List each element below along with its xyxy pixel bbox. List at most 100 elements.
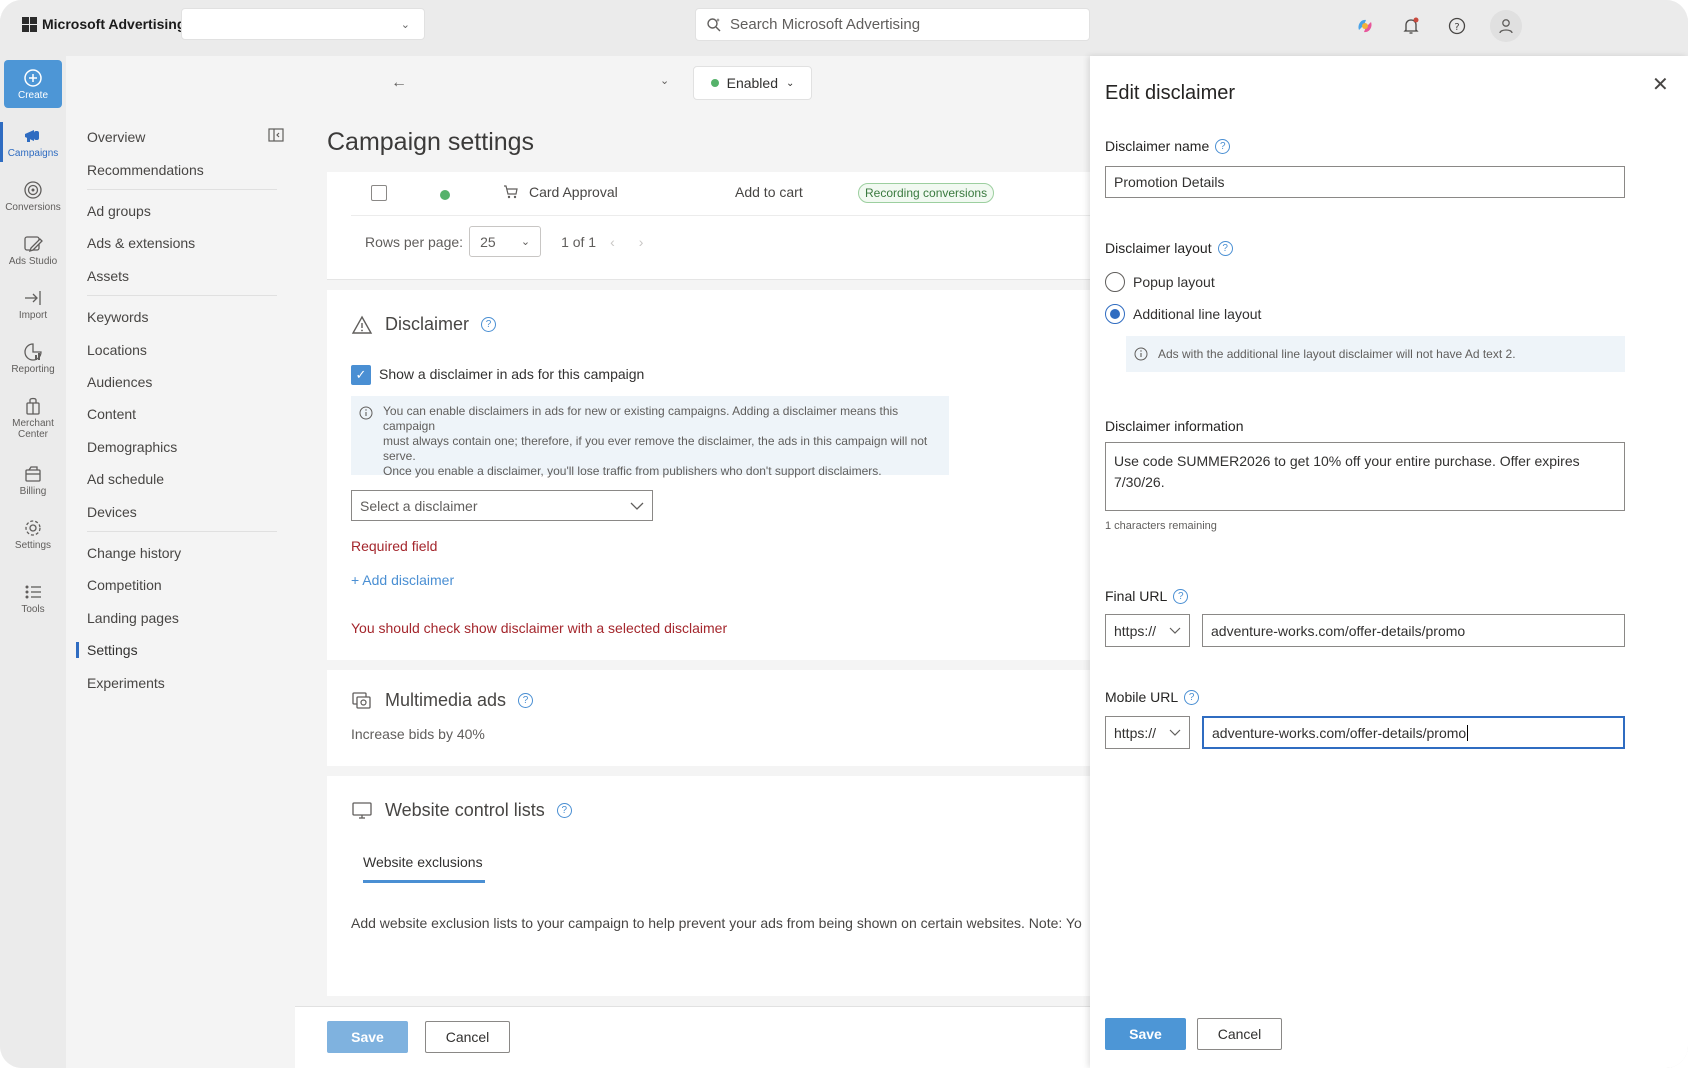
subnav-item-ad-groups[interactable]: Ad groups (87, 203, 151, 219)
help-icon[interactable]: ? (556, 803, 572, 818)
info-line: You can enable disclaimers in ads for ne… (383, 404, 899, 433)
subnav-item-content[interactable]: Content (87, 406, 136, 422)
search-input[interactable]: Search Microsoft Advertising (695, 8, 1090, 41)
rail-item-ads-studio[interactable]: Ads Studio (0, 234, 66, 267)
rail-item-campaigns[interactable]: Campaigns (0, 122, 66, 162)
divider (87, 295, 277, 296)
add-disclaimer-link[interactable]: + Add disclaimer (351, 572, 454, 588)
help-icon[interactable]: ? (1173, 588, 1189, 604)
edit-disclaimer-panel: Edit disclaimer ✕ Disclaimer name ? Prom… (1090, 56, 1688, 1068)
rail-item-reporting[interactable]: Reporting (0, 342, 66, 375)
final-url-protocol-select[interactable]: https:// (1105, 614, 1190, 647)
campaign-status-dropdown[interactable]: Enabled ⌄ (693, 66, 812, 100)
brand[interactable]: Microsoft Advertising (22, 16, 185, 32)
help-icon[interactable]: ? (1217, 240, 1233, 256)
mobile-url-protocol-select[interactable]: https:// (1105, 716, 1190, 749)
rail-item-settings[interactable]: Settings (0, 518, 66, 551)
disclaimer-title: Disclaimer (385, 314, 470, 334)
goal-name[interactable]: Card Approval (529, 184, 618, 200)
rail-label: Reporting (11, 364, 55, 375)
radio-circle (1105, 272, 1125, 292)
chevron-down-icon (630, 502, 644, 510)
panel-title: Edit disclaimer (1105, 82, 1236, 104)
website-heading: Website control lists ? (351, 800, 572, 821)
radio-additional-line-layout[interactable]: Additional line layout (1105, 304, 1261, 324)
status-dot-icon (710, 79, 719, 87)
help-icon[interactable]: ? (1184, 689, 1200, 705)
input-value: Promotion Details (1114, 174, 1225, 190)
close-icon[interactable]: ✕ (1652, 72, 1669, 97)
help-icon[interactable]: ? (1444, 13, 1470, 39)
tab-website-exclusions[interactable]: Website exclusions (363, 854, 483, 870)
status-badge: Recording conversions (858, 183, 995, 203)
subnav-item-ad-schedule[interactable]: Ad schedule (87, 471, 164, 487)
final-url-input[interactable]: adventure-works.com/offer-details/promo (1202, 614, 1625, 647)
mobile-url-input[interactable]: adventure-works.com/offer-details/promo (1202, 716, 1625, 749)
panel-cancel-button[interactable]: Cancel (1197, 1018, 1282, 1050)
disclaimer-validation-error: You should check show disclaimer with a … (351, 620, 728, 636)
app-window: Microsoft Advertising ⌄ Search Microsoft… (0, 0, 1688, 1068)
panel-save-button[interactable]: Save (1105, 1018, 1186, 1050)
subnav-item-experiments[interactable]: Experiments (87, 675, 165, 691)
subnav-item-locations[interactable]: Locations (87, 342, 147, 358)
prev-page-icon[interactable]: ‹ (610, 234, 615, 250)
subnav-item-keywords[interactable]: Keywords (87, 309, 148, 325)
mobile-url-label: Mobile URL ? (1105, 689, 1200, 705)
rail-item-conversions[interactable]: Conversions (0, 180, 66, 213)
subnav-item-demographics[interactable]: Demographics (87, 439, 177, 455)
save-button[interactable]: Save (327, 1021, 408, 1053)
subnav-item-audiences[interactable]: Audiences (87, 374, 152, 390)
subnav-item-settings[interactable]: Settings (76, 642, 138, 658)
chevron-down-icon[interactable]: ⌄ (660, 74, 669, 87)
active-tab-indicator (363, 880, 485, 883)
rail-item-merchant-center[interactable]: Merchant Center (0, 396, 66, 440)
disclaimer-information-textarea[interactable]: Use code SUMMER2026 to get 10% off your … (1105, 442, 1625, 511)
subnav-item-devices[interactable]: Devices (87, 504, 137, 520)
profile-avatar-icon[interactable] (1490, 10, 1522, 42)
subnav-item-recommendations[interactable]: Recommendations (87, 162, 204, 178)
radio-popup-layout[interactable]: Popup layout (1105, 272, 1215, 292)
select-placeholder: Select a disclaimer (360, 497, 478, 514)
subnav-item-landing-pages[interactable]: Landing pages (87, 610, 179, 626)
rows-per-page-select[interactable]: 25 ⌄ (469, 226, 542, 257)
notifications-bell-icon[interactable] (1398, 13, 1424, 39)
website-control-card: Website control lists ? Website exclusio… (327, 776, 1090, 996)
cancel-button[interactable]: Cancel (425, 1021, 510, 1053)
collapse-panel-icon[interactable] (268, 128, 284, 142)
subnav-item-ads-extensions[interactable]: Ads & extensions (87, 235, 195, 251)
layout-info-box: Ads with the additional line layout disc… (1126, 336, 1625, 372)
rail-item-billing[interactable]: Billing (0, 464, 66, 497)
show-disclaimer-checkbox[interactable]: ✓ (351, 365, 371, 385)
help-icon[interactable]: ? (518, 693, 534, 708)
divider (87, 531, 277, 532)
import-icon (25, 291, 41, 305)
search-icon (707, 17, 721, 31)
text-caret (1467, 724, 1469, 741)
disclaimer-name-field[interactable]: Promotion Details (1105, 166, 1625, 198)
disclaimer-card: Disclaimer ? ✓ Show a disclaimer in ads … (327, 290, 1090, 660)
back-arrow-icon[interactable]: ← (391, 74, 407, 92)
billing-icon (25, 466, 41, 482)
account-selector[interactable]: ⌄ (181, 8, 425, 40)
rail-label: Ads Studio (8, 256, 58, 267)
multimedia-detail: Increase bids by 40% (351, 726, 485, 742)
subnav-item-competition[interactable]: Competition (87, 577, 162, 593)
copilot-icon[interactable] (1352, 13, 1378, 39)
subnav-item-assets[interactable]: Assets (87, 268, 129, 284)
select-disclaimer-dropdown[interactable]: Select a disclaimer (351, 490, 653, 521)
info-line: must always contain one; therefore, if y… (383, 434, 928, 448)
create-button[interactable]: Create (4, 60, 62, 108)
rail-item-tools[interactable]: Tools (0, 582, 66, 615)
next-page-icon[interactable]: › (639, 234, 644, 250)
help-icon[interactable]: ? (1215, 138, 1231, 154)
subnav-item-overview[interactable]: Overview (87, 129, 145, 145)
subnav-item-change-history[interactable]: Change history (87, 545, 181, 561)
help-icon[interactable]: ? (481, 317, 497, 332)
row-checkbox[interactable] (371, 185, 387, 201)
multimedia-heading: Multimedia ads ? (351, 690, 534, 711)
rail-item-import[interactable]: Import (0, 288, 66, 321)
disclaimer-info-box: You can enable disclaimers in ads for ne… (351, 396, 949, 478)
label-text: Disclaimer name (1105, 138, 1210, 154)
website-description: Add website exclusion lists to your camp… (351, 915, 1082, 931)
url-value: adventure-works.com/offer-details/promo (1211, 622, 1466, 639)
